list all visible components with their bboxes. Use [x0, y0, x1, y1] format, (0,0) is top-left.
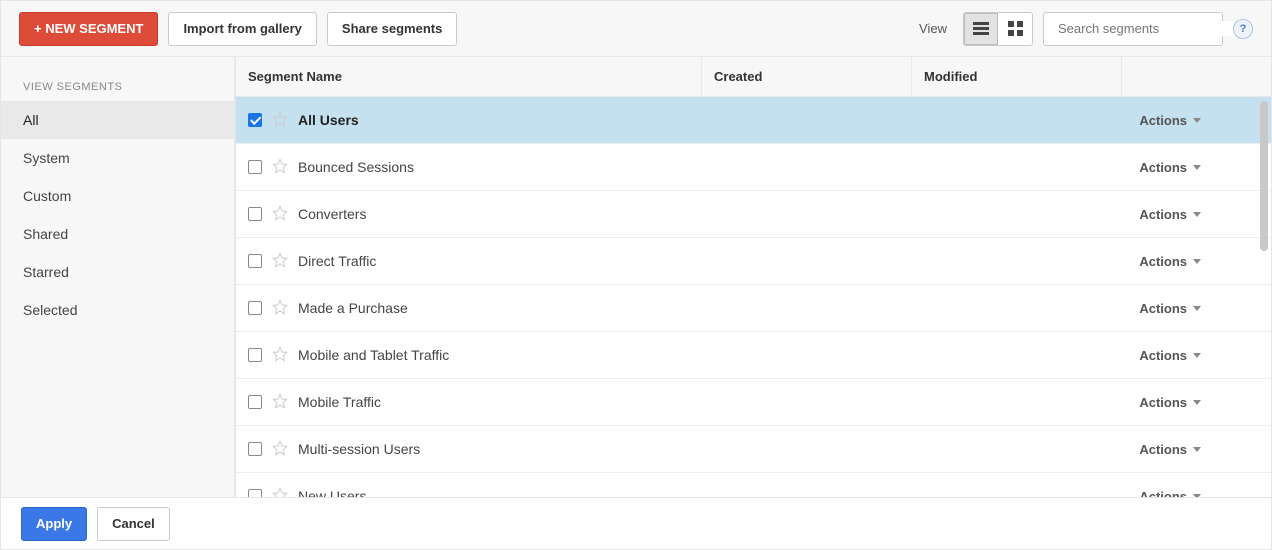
segment-name-label: Bounced Sessions: [298, 159, 414, 175]
table-row[interactable]: Converters Actions: [236, 191, 1271, 238]
row-checkbox[interactable]: [248, 207, 262, 221]
cancel-button[interactable]: Cancel: [97, 507, 170, 541]
header-created[interactable]: Created: [701, 57, 911, 96]
actions-label: Actions: [1139, 160, 1187, 175]
sidebar-item-selected[interactable]: Selected: [1, 291, 234, 329]
segment-name-label: New Users: [298, 488, 366, 497]
table-row[interactable]: Bounced Sessions Actions: [236, 144, 1271, 191]
row-actions-menu[interactable]: Actions: [1139, 113, 1259, 128]
segment-name-label: Made a Purchase: [298, 300, 408, 316]
view-label: View: [919, 21, 947, 36]
row-actions-menu[interactable]: Actions: [1139, 442, 1259, 457]
star-icon[interactable]: [272, 299, 288, 318]
segment-name-label: Mobile Traffic: [298, 394, 381, 410]
segment-table: Segment Name Created Modified All UsersA…: [235, 57, 1271, 497]
sidebar-item-custom[interactable]: Custom: [1, 177, 234, 215]
row-actions-menu[interactable]: Actions: [1139, 207, 1259, 222]
star-icon[interactable]: [272, 440, 288, 459]
row-actions-menu[interactable]: Actions: [1139, 254, 1259, 269]
sidebar-item-system[interactable]: System: [1, 139, 234, 177]
table-row[interactable]: Mobile Traffic Actions: [236, 379, 1271, 426]
actions-label: Actions: [1139, 254, 1187, 269]
share-segments-button[interactable]: Share segments: [327, 12, 457, 46]
star-icon[interactable]: [272, 111, 288, 130]
header-segment-name[interactable]: Segment Name: [236, 69, 701, 84]
actions-label: Actions: [1139, 207, 1187, 222]
apply-button[interactable]: Apply: [21, 507, 87, 541]
sidebar-title: VIEW SEGMENTS: [1, 57, 234, 101]
row-checkbox[interactable]: [248, 489, 262, 497]
table-row[interactable]: Direct Traffic Actions: [236, 238, 1271, 285]
header-modified[interactable]: Modified: [911, 57, 1121, 96]
footer: Apply Cancel: [1, 497, 1271, 549]
list-icon: [973, 22, 989, 35]
help-button[interactable]: ?: [1233, 19, 1253, 39]
row-checkbox[interactable]: [248, 442, 262, 456]
toolbar: + NEW SEGMENT Import from gallery Share …: [1, 1, 1271, 57]
star-icon[interactable]: [272, 158, 288, 177]
sidebar-item-all[interactable]: All: [1, 101, 234, 139]
chevron-down-icon: [1193, 259, 1201, 264]
list-view-button[interactable]: [964, 13, 998, 45]
sidebar-item-starred[interactable]: Starred: [1, 253, 234, 291]
scrollbar[interactable]: [1260, 101, 1268, 251]
row-actions-menu[interactable]: Actions: [1139, 348, 1259, 363]
row-checkbox[interactable]: [248, 254, 262, 268]
actions-label: Actions: [1139, 113, 1187, 128]
star-icon[interactable]: [272, 346, 288, 365]
star-icon[interactable]: [272, 393, 288, 412]
table-row[interactable]: All Users Actions: [236, 97, 1271, 144]
header-actions-spacer: [1121, 57, 1271, 96]
chevron-down-icon: [1193, 353, 1201, 358]
table-row[interactable]: New Users Actions: [236, 473, 1271, 497]
star-icon[interactable]: [272, 252, 288, 271]
actions-label: Actions: [1139, 442, 1187, 457]
row-checkbox[interactable]: [248, 395, 262, 409]
import-gallery-button[interactable]: Import from gallery: [168, 12, 316, 46]
grid-icon: [1008, 21, 1023, 36]
actions-label: Actions: [1139, 301, 1187, 316]
sidebar: VIEW SEGMENTS AllSystemCustomSharedStarr…: [1, 57, 235, 497]
table-header-row: Segment Name Created Modified: [236, 57, 1271, 97]
chevron-down-icon: [1193, 400, 1201, 405]
row-actions-menu[interactable]: Actions: [1139, 395, 1259, 410]
grid-view-button[interactable]: [998, 13, 1032, 45]
actions-label: Actions: [1139, 348, 1187, 363]
table-row[interactable]: Multi-session Users Actions: [236, 426, 1271, 473]
row-actions-menu[interactable]: Actions: [1139, 160, 1259, 175]
star-icon[interactable]: [272, 487, 288, 498]
row-actions-menu[interactable]: Actions: [1139, 301, 1259, 316]
actions-label: Actions: [1139, 395, 1187, 410]
sidebar-item-shared[interactable]: Shared: [1, 215, 234, 253]
segment-name-label: Multi-session Users: [298, 441, 420, 457]
actions-label: Actions: [1139, 489, 1187, 498]
segment-name-label: Direct Traffic: [298, 253, 376, 269]
row-checkbox[interactable]: [248, 348, 262, 362]
view-toggle: [963, 12, 1033, 46]
chevron-down-icon: [1193, 212, 1201, 217]
table-row[interactable]: Mobile and Tablet Traffic Actions: [236, 332, 1271, 379]
table-row[interactable]: Made a Purchase Actions: [236, 285, 1271, 332]
row-actions-menu[interactable]: Actions: [1139, 489, 1259, 498]
segment-name-label: Converters: [298, 206, 366, 222]
search-input[interactable]: [1058, 21, 1234, 36]
row-checkbox[interactable]: [248, 160, 262, 174]
segment-name-label: Mobile and Tablet Traffic: [298, 347, 449, 363]
row-checkbox[interactable]: [248, 301, 262, 315]
chevron-down-icon: [1193, 447, 1201, 452]
star-icon[interactable]: [272, 205, 288, 224]
segment-name-label: All Users: [298, 112, 359, 128]
row-checkbox[interactable]: [248, 113, 262, 127]
chevron-down-icon: [1193, 306, 1201, 311]
new-segment-button[interactable]: + NEW SEGMENT: [19, 12, 158, 46]
chevron-down-icon: [1193, 118, 1201, 123]
search-field[interactable]: [1043, 12, 1223, 46]
chevron-down-icon: [1193, 165, 1201, 170]
